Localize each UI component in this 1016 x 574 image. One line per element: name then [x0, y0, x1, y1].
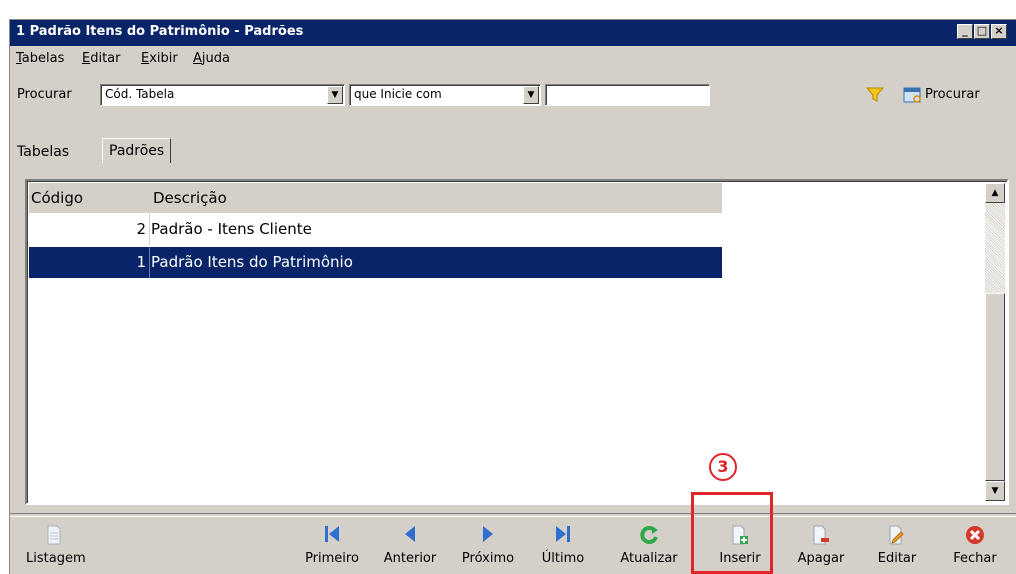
- document-icon: [26, 525, 82, 547]
- cell-description: Padrão - Itens Cliente: [151, 220, 312, 238]
- menu-exibir[interactable]: Exibir: [141, 51, 178, 66]
- cell-code: 2: [136, 220, 146, 238]
- proximo-label: Próximo: [461, 551, 515, 566]
- ultimo-button[interactable]: Último: [535, 525, 591, 566]
- listagem-button[interactable]: Listagem: [26, 525, 86, 566]
- cell-separator: [149, 214, 150, 245]
- refresh-icon: [614, 525, 684, 547]
- anterior-button[interactable]: Anterior: [375, 525, 445, 566]
- apagar-label: Apagar: [797, 551, 845, 566]
- cell-separator: [149, 247, 150, 278]
- table-row[interactable]: 2 Padrão - Itens Cliente: [29, 214, 722, 245]
- table-row-selected[interactable]: 1 Padrão Itens do Patrimônio: [29, 247, 722, 278]
- maximize-button[interactable]: □: [974, 24, 990, 39]
- search-field-select[interactable]: Cód. Tabela ▼: [100, 84, 345, 106]
- atualizar-label: Atualizar: [620, 551, 678, 566]
- filter-icon[interactable]: [865, 87, 885, 107]
- search-button[interactable]: Procurar: [925, 87, 980, 102]
- editar-button[interactable]: Editar: [869, 525, 925, 566]
- application-window: 1 Padrão Itens do Patrimônio - Padrões _…: [9, 19, 1016, 574]
- atualizar-button[interactable]: Atualizar: [614, 525, 684, 566]
- grid-header: Código Descrição: [29, 183, 722, 213]
- tab-strip: Tabelas Padrões: [10, 138, 1016, 174]
- toolbar-divider: [10, 513, 1016, 517]
- cell-code: 1: [136, 253, 146, 271]
- tab-padroes[interactable]: Padrões: [102, 138, 172, 163]
- previous-record-icon: [375, 525, 445, 547]
- cell-description: Padrão Itens do Patrimônio: [151, 253, 353, 271]
- column-header-codigo[interactable]: Código: [31, 189, 83, 207]
- inserir-button[interactable]: Inserir: [709, 525, 771, 566]
- close-window-button[interactable]: ×: [991, 24, 1007, 39]
- search-label: Procurar: [17, 87, 72, 102]
- editar-label: Editar: [877, 551, 917, 566]
- minimize-button[interactable]: _: [957, 24, 973, 39]
- chevron-down-icon[interactable]: ▼: [327, 86, 343, 104]
- search-input[interactable]: [545, 84, 710, 106]
- listagem-label: Listagem: [26, 551, 86, 566]
- search-condition-value: que Inicie com: [354, 87, 442, 101]
- search-field-value: Cód. Tabela: [105, 87, 175, 101]
- records-grid: Código Descrição 2 Padrão - Itens Client…: [25, 179, 1009, 505]
- ultimo-label: Último: [541, 551, 585, 566]
- menu-tabelas[interactable]: Tabelas: [16, 51, 64, 66]
- inserir-label: Inserir: [719, 551, 761, 566]
- scroll-down-icon[interactable]: ▼: [985, 481, 1005, 501]
- scroll-thumb[interactable]: [985, 293, 1005, 481]
- proximo-button[interactable]: Próximo: [457, 525, 519, 566]
- last-record-icon: [535, 525, 591, 547]
- anterior-label: Anterior: [383, 551, 437, 566]
- tab-tabelas[interactable]: Tabelas: [17, 144, 69, 160]
- primeiro-label: Primeiro: [305, 551, 359, 566]
- edit-document-icon: [869, 525, 925, 547]
- vertical-scrollbar[interactable]: ▲ ▼: [985, 183, 1005, 501]
- menu-ajuda[interactable]: Ajuda: [193, 51, 230, 66]
- apagar-button[interactable]: Apagar: [790, 525, 852, 566]
- step-marker: 3: [709, 453, 737, 481]
- fechar-label: Fechar: [953, 551, 997, 566]
- primeiro-button[interactable]: Primeiro: [298, 525, 366, 566]
- first-record-icon: [298, 525, 366, 547]
- close-icon: [945, 525, 1005, 547]
- fechar-button[interactable]: Fechar: [945, 525, 1005, 566]
- delete-document-icon: [790, 525, 852, 547]
- menu-editar[interactable]: Editar: [82, 51, 121, 66]
- search-window-icon[interactable]: [903, 86, 923, 108]
- title-bar[interactable]: 1 Padrão Itens do Patrimônio - Padrões _…: [10, 20, 1016, 46]
- search-bar: Procurar Cód. Tabela ▼ que Inicie com ▼ …: [10, 82, 1016, 110]
- column-header-descricao[interactable]: Descrição: [153, 189, 227, 207]
- chevron-down-icon[interactable]: ▼: [523, 86, 539, 104]
- next-record-icon: [457, 525, 519, 547]
- window-title: 1 Padrão Itens do Patrimônio - Padrões: [16, 24, 304, 39]
- add-document-icon: [709, 525, 771, 547]
- scroll-up-icon[interactable]: ▲: [985, 183, 1005, 203]
- search-condition-select[interactable]: que Inicie com ▼: [349, 84, 541, 106]
